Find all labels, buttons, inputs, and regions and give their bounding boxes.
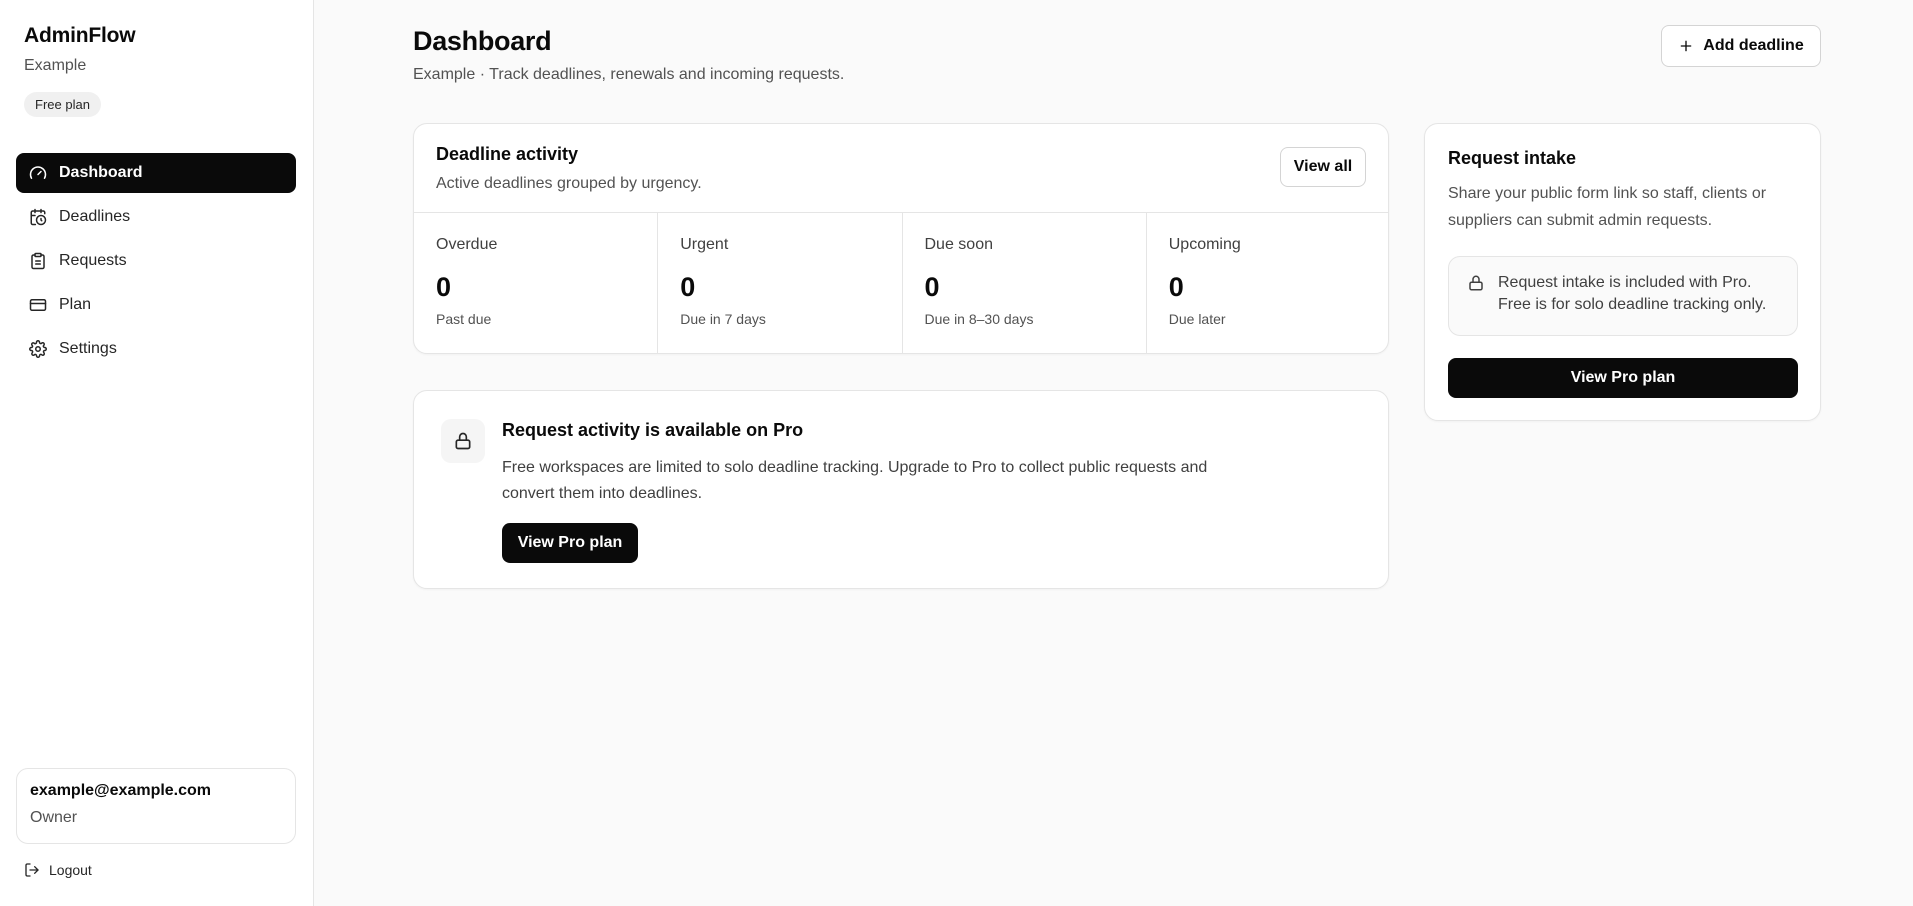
account-card: example@example.com Owner [16, 768, 296, 844]
calendar-clock-icon [29, 208, 47, 226]
sidebar-item-label: Plan [59, 296, 92, 313]
sidebar-item-dashboard[interactable]: Dashboard [16, 153, 296, 193]
request-intake-card: Request intake Share your public form li… [1424, 123, 1821, 421]
request-intake-note-text: Request intake is included with Pro. Fre… [1498, 274, 1767, 313]
app-name: AdminFlow [24, 24, 136, 47]
sidebar-item-label: Settings [59, 340, 117, 357]
logout-button[interactable]: Logout [24, 862, 92, 878]
clipboard-icon [29, 252, 47, 270]
plan-badge: Free plan [24, 92, 101, 117]
sidebar-item-plan[interactable]: Plan [16, 285, 296, 325]
stat-label: Upcoming [1168, 236, 1241, 253]
credit-card-icon [29, 296, 47, 314]
stat-value: 0 [436, 272, 452, 302]
sidebar-item-deadlines[interactable]: Deadlines [16, 197, 296, 237]
sidebar-item-label: Requests [59, 252, 127, 269]
stat-note: Past due [436, 311, 492, 327]
workspace-name: Example [24, 57, 87, 74]
stat-value: 0 [1168, 272, 1184, 302]
add-deadline-label: Add deadline [1703, 37, 1804, 54]
stat-value: 0 [924, 272, 940, 302]
logout-label: Logout [49, 862, 92, 878]
request-activity-card: Request activity is available on Pro Fre… [413, 390, 1389, 589]
lock-icon [441, 419, 485, 463]
deadline-activity-card: Deadline activity Active deadlines group… [413, 123, 1389, 354]
sidebar-item-settings[interactable]: Settings [16, 329, 296, 369]
plus-icon [1678, 38, 1694, 54]
stat-overdue[interactable]: Overdue 0 Past due [414, 213, 659, 353]
stat-label: Urgent [680, 236, 729, 253]
stat-note: Due later [1168, 311, 1226, 327]
request-intake-title: Request intake [1448, 148, 1577, 168]
stat-label: Overdue [436, 236, 498, 253]
page-subtitle: Example · Track deadlines, renewals and … [413, 66, 845, 83]
stat-note: Due in 7 days [680, 311, 766, 327]
sidebar: AdminFlow Example Free plan Dashboard De… [0, 0, 314, 906]
page-title: Dashboard [413, 26, 552, 56]
request-intake-note: Request intake is included with Pro. Fre… [1448, 256, 1798, 336]
stat-due-soon[interactable]: Due soon 0 Due in 8–30 days [903, 213, 1147, 353]
deadline-activity-title: Deadline activity [436, 144, 579, 164]
account-email: example@example.com [30, 782, 212, 799]
lock-icon [1467, 274, 1485, 292]
stat-note: Due in 8–30 days [924, 311, 1034, 327]
account-role: Owner [30, 809, 78, 826]
stat-urgent[interactable]: Urgent 0 Due in 7 days [658, 213, 903, 353]
intake-view-pro-plan-button[interactable]: View Pro plan [1448, 358, 1798, 398]
sidebar-nav: Dashboard Deadlines Requests Plan Settin… [16, 153, 296, 373]
view-all-button[interactable]: View all [1280, 147, 1366, 187]
request-activity-title: Request activity is available on Pro [502, 420, 804, 440]
gauge-icon [29, 164, 47, 182]
sidebar-item-label: Deadlines [59, 208, 131, 225]
deadline-stats: Overdue 0 Past due Urgent 0 Due in 7 day… [414, 212, 1388, 353]
request-activity-text: Free workspaces are limited to solo dead… [502, 459, 1208, 502]
logout-icon [24, 862, 40, 878]
request-intake-text: Share your public form link so staff, cl… [1448, 185, 1767, 229]
stat-upcoming[interactable]: Upcoming 0 Due later [1147, 213, 1388, 353]
deadline-activity-header: Deadline activity Active deadlines group… [436, 144, 702, 193]
gear-icon [29, 340, 47, 358]
sidebar-item-requests[interactable]: Requests [16, 241, 296, 281]
view-pro-plan-button[interactable]: View Pro plan [502, 523, 638, 563]
sidebar-item-label: Dashboard [59, 164, 143, 181]
add-deadline-button[interactable]: Add deadline [1661, 25, 1821, 67]
stat-label: Due soon [924, 236, 994, 253]
deadline-activity-subtitle: Active deadlines grouped by urgency. [436, 175, 702, 192]
stat-value: 0 [680, 272, 696, 302]
